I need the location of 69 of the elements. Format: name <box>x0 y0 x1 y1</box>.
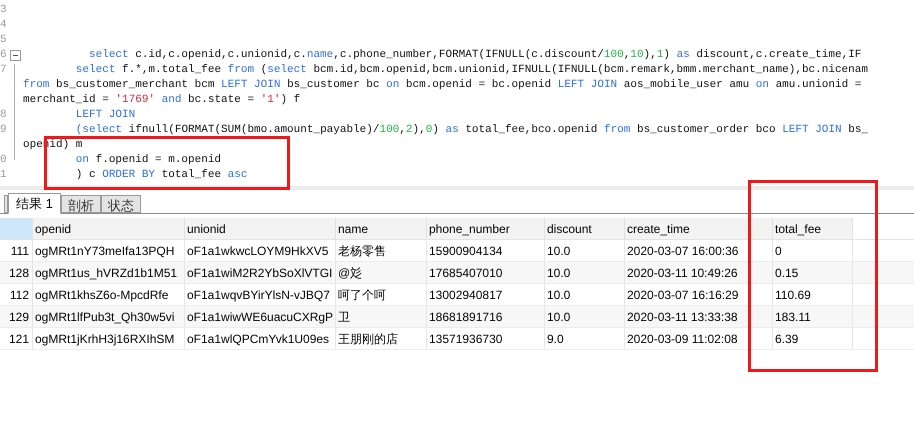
line-number: 5 <box>0 33 7 48</box>
table-cell: 老杨零售 <box>336 240 427 261</box>
line-number: 7 <box>0 63 7 78</box>
line-number: 4 <box>0 18 7 33</box>
column-header[interactable]: phone_number <box>427 218 545 239</box>
table-cell: 18681891716 <box>427 306 545 327</box>
table-cell: 卫 <box>336 306 427 327</box>
column-header[interactable]: create_time <box>625 218 773 239</box>
table-cell: 17685407010 <box>427 262 545 283</box>
table-cell: 呵了个呵 <box>336 284 427 305</box>
line-number: 9 <box>0 123 7 138</box>
table-cell: ogMRt1us_hVRZd1b1M51 <box>33 262 185 283</box>
result-tab[interactable]: 结果 1 <box>8 193 61 214</box>
table-cell: 10.0 <box>545 284 625 305</box>
table-cell: 183.11 <box>773 306 853 327</box>
column-header[interactable]: unionid <box>185 218 336 239</box>
result-tab[interactable]: 剖析 <box>60 195 101 213</box>
table-cell: oF1a1wiM2R2YbSoXlVTGI <box>185 262 336 283</box>
table-cell: 13002940817 <box>427 284 545 305</box>
table-cell: 10.0 <box>545 306 625 327</box>
row-number: 128 <box>0 262 33 283</box>
table-cell: 13571936730 <box>427 328 545 349</box>
line-number: 3 <box>0 3 7 18</box>
code-line: from bs_customer_merchant bcm LEFT JOIN bs_customer bc on bcm.openid = bc.openid LEFT JOIN aos_mobile_user amu on amu.unionid = <box>23 78 862 93</box>
table-cell: 0.15 <box>773 262 853 283</box>
table-cell: 9.0 <box>545 328 625 349</box>
code-line: on f.openid = m.openid <box>74 153 222 168</box>
code-line: LEFT JOIN <box>74 108 136 123</box>
column-header[interactable]: openid <box>33 218 185 239</box>
line-number: 0 <box>0 153 7 168</box>
table-cell: oF1a1wqvBYirYlsN-vJBQ7 <box>185 284 336 305</box>
table-cell: 6.39 <box>773 328 853 349</box>
code-line: merchant_id = '1769' and bc.state = '1') f <box>23 93 300 108</box>
row-number: 112 <box>0 284 33 305</box>
table-cell: 10.0 <box>545 262 625 283</box>
table-cell: 0 <box>773 240 853 261</box>
row-number: 121 <box>0 328 33 349</box>
code-line: select c.id,c.openid,c.unionid,c.name,c.phone_number,FORMAT(IFNULL(c.discount/100,10),1) as discount,c.create_time,IF <box>88 48 862 63</box>
table-cell: 2020-03-07 16:16:29 <box>625 284 773 305</box>
table-cell: ogMRt1jKrhH3j16RXIhSM <box>33 328 185 349</box>
column-header[interactable]: discount <box>545 218 625 239</box>
table-cell: 110.69 <box>773 284 853 305</box>
row-number: 111 <box>0 240 33 261</box>
line-number: 1 <box>0 168 7 183</box>
table-cell: oF1a1wiwWE6uacuCXRgP <box>185 306 336 327</box>
column-header[interactable]: name <box>336 218 427 239</box>
line-number: 8 <box>0 108 7 123</box>
table-cell: 2020-03-07 16:00:36 <box>625 240 773 261</box>
table-cell: 15900904134 <box>427 240 545 261</box>
table-cell: 王朋刚的店 <box>336 328 427 349</box>
table-cell: @彣 <box>336 262 427 283</box>
table-cell: ogMRt1nY73meIfa13PQH <box>33 240 185 261</box>
table-cell: 2020-03-09 11:02:08 <box>625 328 773 349</box>
table-cell: oF1a1wkwcLOYM9HkXV5 <box>185 240 336 261</box>
table-cell: ogMRt1khsZ6o-MpcdRfe <box>33 284 185 305</box>
code-line: ) c ORDER BY total_fee asc <box>74 168 248 183</box>
table-cell: oF1a1wlQPCmYvk1U09es <box>185 328 336 349</box>
collapse-icon[interactable] <box>10 50 21 61</box>
table-cell: 10.0 <box>545 240 625 261</box>
table-cell: 2020-03-11 13:33:38 <box>625 306 773 327</box>
line-number: 6 <box>0 48 7 63</box>
table-corner-cell[interactable] <box>0 218 33 239</box>
code-line: select f.*,m.total_fee from (select bcm.id,bcm.openid,bcm.unionid,IFNULL(IFNULL(bcm.remark,bmm.merchant_name),bc.nicenam <box>74 63 868 78</box>
code-line: (select ifnull(FORMAT(SUM(bmo.amount_payable)/100,2),0) as total_fee,bco.openid from bs_customer_order bco LEFT JOIN bs_ <box>74 123 868 138</box>
table-cell: 2020-03-11 10:49:26 <box>625 262 773 283</box>
row-number: 129 <box>0 306 33 327</box>
table-cell: ogMRt1lfPub3t_Qh30w5vi <box>33 306 185 327</box>
column-header[interactable]: total_fee <box>773 218 853 239</box>
result-tab[interactable]: 状态 <box>100 195 141 213</box>
